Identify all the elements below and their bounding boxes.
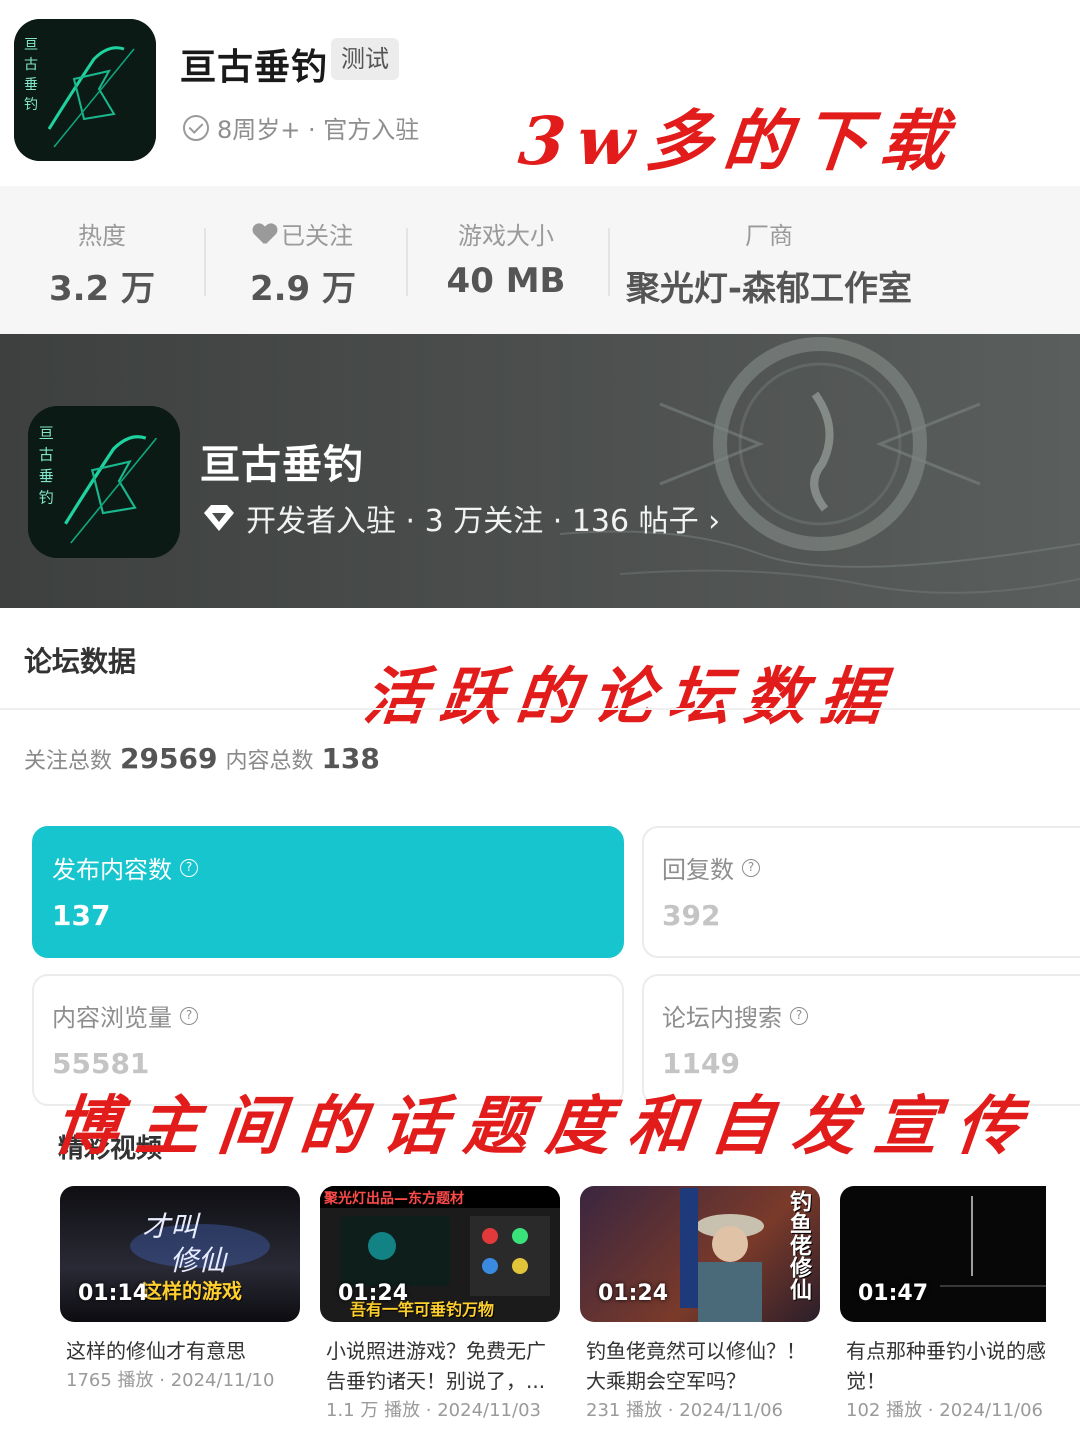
card-label: 发布内容数 ? bbox=[52, 850, 604, 885]
svg-text:才叫: 才叫 bbox=[142, 1210, 201, 1243]
video-title: 这样的修仙才有意思 bbox=[66, 1339, 246, 1363]
forum-title: 亘古垂钓 bbox=[200, 442, 364, 488]
stat-label: 已关注 bbox=[236, 216, 370, 251]
forum-data-title: 论坛数据 bbox=[24, 645, 137, 678]
svg-text:钓: 钓 bbox=[39, 488, 54, 506]
diamond-icon bbox=[204, 505, 234, 531]
video-duration: 01:47 bbox=[858, 1281, 929, 1306]
stat-label: 厂商 bbox=[745, 222, 793, 250]
forum-banner[interactable]: 亘 古 垂 钓 亘古垂钓 开发者入驻 · 3 万关注 · 136 帖子 › bbox=[0, 334, 1080, 608]
video-duration: 01:14 bbox=[78, 1281, 149, 1306]
stat-value: 3.2 万 bbox=[48, 269, 156, 309]
svg-text:修仙: 修仙 bbox=[170, 1244, 228, 1277]
stat-popularity: 热度 3.2 万 bbox=[40, 216, 164, 310]
video-overlay: 钓鱼佬修仙 bbox=[786, 1190, 811, 1300]
video-title: 钓鱼佬竟然可以修仙？！大乘期会空军吗？ bbox=[586, 1339, 806, 1393]
forum-meta-text: 开发者入驻 · 3 万关注 · 136 帖子 › bbox=[246, 504, 721, 539]
help-icon[interactable]: ? bbox=[742, 858, 760, 877]
stat-label: 热度 bbox=[78, 222, 126, 250]
card-label-text: 论坛内搜索 bbox=[662, 1004, 782, 1032]
card-label-text: 内容浏览量 bbox=[52, 1004, 172, 1032]
video-thumbnail[interactable]: 01:47 bbox=[840, 1186, 1046, 1322]
annotation-buzz: 博主间的话题度和自发宣传 bbox=[50, 1089, 1043, 1164]
game-app-icon[interactable]: 亘 古 垂 钓 bbox=[14, 19, 156, 161]
app-name: 亘古垂钓 bbox=[180, 47, 329, 88]
content-label: 内容总数 bbox=[225, 749, 314, 774]
test-badge: 测试 bbox=[331, 38, 399, 80]
forum-totals: 关注总数 29569 内容总数 138 bbox=[24, 742, 380, 775]
video-card[interactable]: 聚光灯出品—东方题材 吾有一竿可垂钓万物 01:24 小说照进游戏？免费无广告垂… bbox=[320, 1186, 560, 1426]
divider bbox=[608, 228, 610, 296]
card-posts[interactable]: 发布内容数 ? 137 bbox=[32, 826, 624, 958]
svg-text:古: 古 bbox=[39, 446, 54, 464]
help-icon[interactable]: ? bbox=[180, 1006, 198, 1025]
video-card[interactable]: 01:47 有点那种垂钓小说的感觉！ 102 播放 · 2024/11/06 bbox=[840, 1186, 1046, 1426]
divider bbox=[406, 228, 408, 296]
video-duration: 01:24 bbox=[338, 1281, 409, 1306]
app-meta: 8周岁+ · 官方入驻 bbox=[183, 110, 419, 145]
annotation-downloads: 3w多的下载 bbox=[515, 102, 963, 180]
stat-size: 游戏大小 40 MB bbox=[436, 216, 576, 301]
stat-value: 聚光灯-森郁工作室 bbox=[625, 269, 913, 309]
card-replies[interactable]: 回复数 ? 392 bbox=[642, 826, 1080, 958]
card-label-text: 发布内容数 bbox=[52, 856, 172, 884]
card-label: 论坛内搜索 ? bbox=[662, 998, 1080, 1033]
help-icon[interactable]: ? bbox=[180, 858, 198, 877]
video-thumbnail[interactable]: 才叫 修仙 这样的游戏 01:14 bbox=[60, 1186, 300, 1322]
svg-text:亘: 亘 bbox=[39, 424, 54, 442]
stat-label: 游戏大小 bbox=[458, 222, 554, 250]
card-label-text: 回复数 bbox=[662, 856, 734, 884]
verified-check-icon bbox=[183, 114, 209, 141]
card-value: 392 bbox=[662, 899, 721, 932]
stat-followed[interactable]: 已关注 2.9 万 bbox=[236, 216, 370, 310]
stat-value: 40 MB bbox=[446, 261, 566, 301]
divider bbox=[0, 708, 1080, 710]
stat-label-text: 已关注 bbox=[281, 222, 353, 250]
followers-label: 关注总数 bbox=[24, 749, 113, 774]
video-meta: 102 播放 · 2024/11/06 bbox=[846, 1400, 1043, 1421]
video-meta: 1.1 万 播放 · 2024/11/03 bbox=[326, 1400, 541, 1421]
help-icon[interactable]: ? bbox=[790, 1006, 808, 1025]
video-card[interactable]: 钓鱼佬修仙 01:24 钓鱼佬竟然可以修仙？！大乘期会空军吗？ 231 播放 ·… bbox=[580, 1186, 820, 1426]
video-overlay: 这样的游戏 bbox=[142, 1279, 242, 1303]
video-meta: 1765 播放 · 2024/11/10 bbox=[66, 1370, 275, 1391]
svg-text:垂: 垂 bbox=[39, 467, 54, 485]
svg-text:亘: 亘 bbox=[24, 37, 38, 53]
video-thumbnail[interactable]: 聚光灯出品—东方题材 吾有一竿可垂钓万物 01:24 bbox=[320, 1186, 560, 1322]
video-card[interactable]: 才叫 修仙 这样的游戏 01:14 这样的修仙才有意思 1765 播放 · 20… bbox=[60, 1186, 300, 1396]
video-duration: 01:24 bbox=[598, 1281, 669, 1306]
card-value: 137 bbox=[52, 899, 111, 932]
svg-text:钓: 钓 bbox=[24, 97, 38, 113]
video-title: 有点那种垂钓小说的感觉！ bbox=[846, 1339, 1046, 1393]
card-label: 内容浏览量 ? bbox=[52, 998, 604, 1033]
card-label: 回复数 ? bbox=[662, 850, 1080, 885]
video-meta: 231 播放 · 2024/11/06 bbox=[586, 1400, 783, 1421]
forum-game-icon: 亘 古 垂 钓 bbox=[28, 406, 180, 558]
content-count: 138 bbox=[321, 742, 380, 775]
video-thumbnail[interactable]: 钓鱼佬修仙 01:24 bbox=[580, 1186, 820, 1322]
svg-text:垂: 垂 bbox=[24, 77, 38, 93]
divider bbox=[204, 228, 206, 296]
followers-count: 29569 bbox=[120, 742, 218, 775]
annotation-forum: 活跃的论坛数据 bbox=[360, 660, 901, 733]
stat-vendor[interactable]: 厂商 聚光灯-森郁工作室 bbox=[614, 216, 924, 310]
stat-value: 2.9 万 bbox=[249, 269, 357, 309]
stats-bar: 热度 3.2 万 已关注 2.9 万 游戏大小 40 MB 厂商 聚光灯-森郁工… bbox=[0, 186, 1080, 334]
forum-meta[interactable]: 开发者入驻 · 3 万关注 · 136 帖子 › bbox=[202, 496, 720, 540]
video-title: 小说照进游戏？免费无广告垂钓诸天！别说了，... bbox=[326, 1339, 546, 1393]
heart-icon bbox=[253, 222, 277, 246]
svg-text:古: 古 bbox=[24, 57, 38, 73]
app-meta-text: 8周岁+ · 官方入驻 bbox=[217, 116, 420, 144]
video-overlay-top: 聚光灯出品—东方题材 bbox=[324, 1191, 464, 1207]
banner-decoration bbox=[560, 337, 1080, 594]
